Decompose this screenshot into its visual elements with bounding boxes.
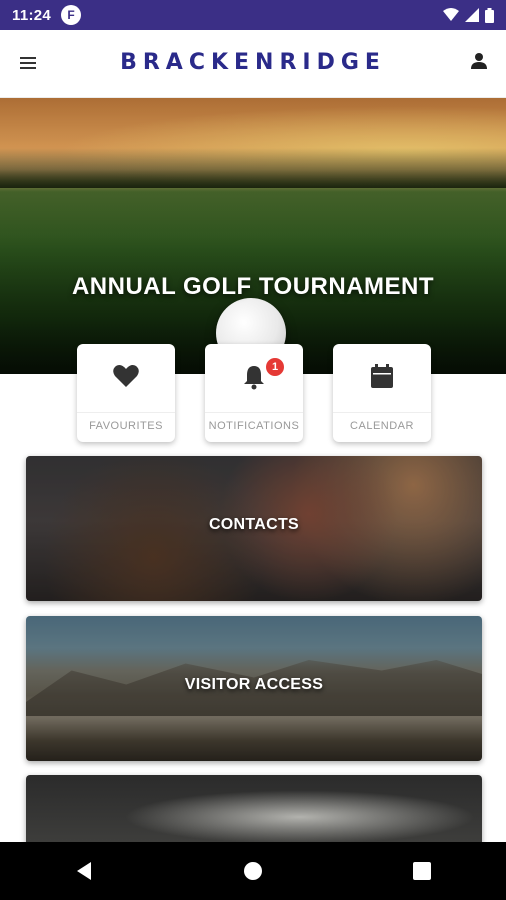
hero-title: ANNUAL GOLF TOURNAMENT: [71, 273, 435, 300]
favourites-label: FAVOURITES: [89, 420, 163, 432]
status-time: 11:24: [12, 6, 52, 24]
back-triangle-icon: [77, 862, 92, 880]
status-icons: [443, 7, 494, 23]
quick-links: FAVOURITES 1 NOTIFICATIONS CALENDAR: [0, 344, 506, 444]
newsletter-card[interactable]: [26, 775, 482, 845]
home-circle-icon: [243, 862, 262, 880]
visitor-access-card[interactable]: VISITOR ACCESS: [26, 616, 482, 761]
back-button[interactable]: [64, 851, 104, 891]
app-header: BRACKENRIDGE: [0, 30, 506, 98]
user-profile-icon[interactable]: [470, 52, 488, 70]
contacts-label: CONTACTS: [208, 516, 300, 533]
wifi-icon: [443, 8, 459, 21]
status-bar: 11:24 F: [0, 0, 506, 30]
hero-banner[interactable]: ANNUAL GOLF TOURNAMENT: [0, 98, 506, 374]
recents-button[interactable]: [402, 851, 442, 891]
recents-square-icon: [412, 862, 431, 880]
app-notification-icon: F: [61, 5, 82, 25]
notifications-tile[interactable]: 1 NOTIFICATIONS: [205, 344, 303, 442]
visitor-access-label: VISITOR ACCESS: [184, 676, 324, 693]
notification-badge: 1: [264, 356, 286, 378]
contacts-card[interactable]: CONTACTS: [26, 456, 482, 601]
brand-logo: BRACKENRIDGE: [120, 50, 386, 75]
calendar-label: CALENDAR: [350, 420, 414, 432]
newspaper-image: [26, 775, 482, 845]
signal-icon: [465, 8, 479, 22]
system-nav-bar: [0, 842, 506, 900]
calendar-icon: [371, 364, 393, 388]
notifications-label: NOTIFICATIONS: [208, 420, 300, 432]
home-button[interactable]: [233, 851, 273, 891]
battery-icon: [485, 7, 494, 23]
favourites-tile[interactable]: FAVOURITES: [77, 344, 175, 442]
heart-icon: [113, 365, 139, 387]
bell-icon: [244, 366, 264, 390]
calendar-tile[interactable]: CALENDAR: [333, 344, 431, 442]
